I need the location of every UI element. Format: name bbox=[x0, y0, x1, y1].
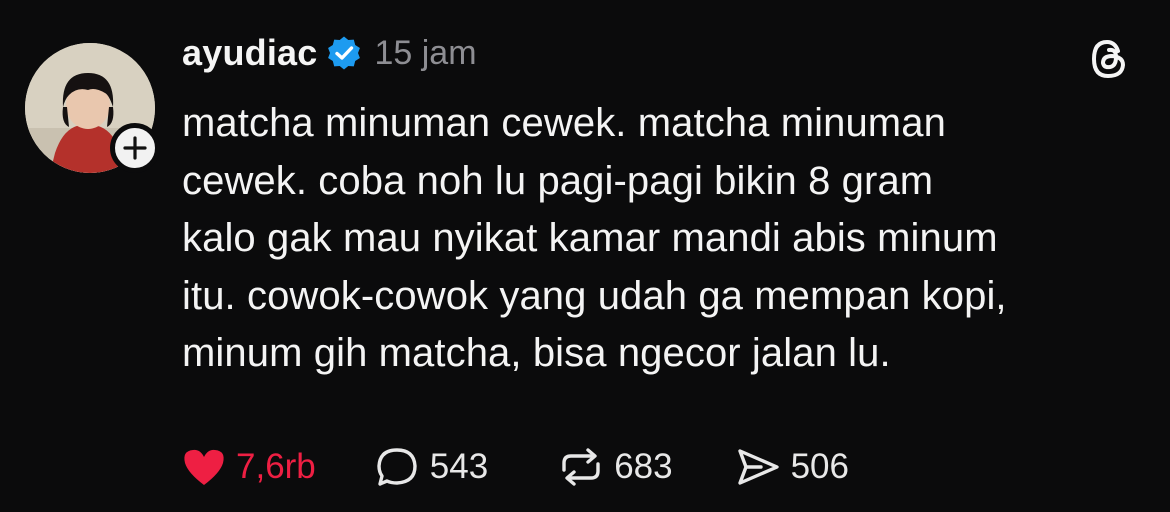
reply-count: 543 bbox=[429, 447, 489, 486]
verified-badge-icon bbox=[328, 36, 361, 70]
like-count: 7,6rb bbox=[236, 447, 316, 486]
share-count: 506 bbox=[790, 447, 849, 486]
follow-button[interactable] bbox=[110, 123, 160, 173]
post-timestamp: 15 jam bbox=[374, 33, 477, 72]
share-button[interactable]: 506 bbox=[735, 446, 849, 488]
plus-icon bbox=[123, 136, 147, 160]
reply-button[interactable]: 543 bbox=[376, 446, 488, 488]
send-icon bbox=[737, 449, 779, 485]
post-header: ayudiac 15 jam bbox=[182, 30, 477, 76]
username[interactable]: ayudiac bbox=[182, 32, 317, 74]
post-text: matcha minuman cewek. matcha minuman cew… bbox=[182, 101, 1007, 375]
action-bar: 7,6rb 543 683 506 bbox=[182, 442, 849, 492]
repost-count: 683 bbox=[614, 447, 673, 486]
comment-icon bbox=[377, 448, 417, 486]
heart-icon bbox=[184, 449, 224, 485]
like-button[interactable]: 7,6rb bbox=[182, 447, 316, 487]
threads-logo-icon[interactable] bbox=[1088, 38, 1130, 80]
repost-button[interactable]: 683 bbox=[558, 446, 673, 488]
repost-icon bbox=[562, 448, 600, 486]
